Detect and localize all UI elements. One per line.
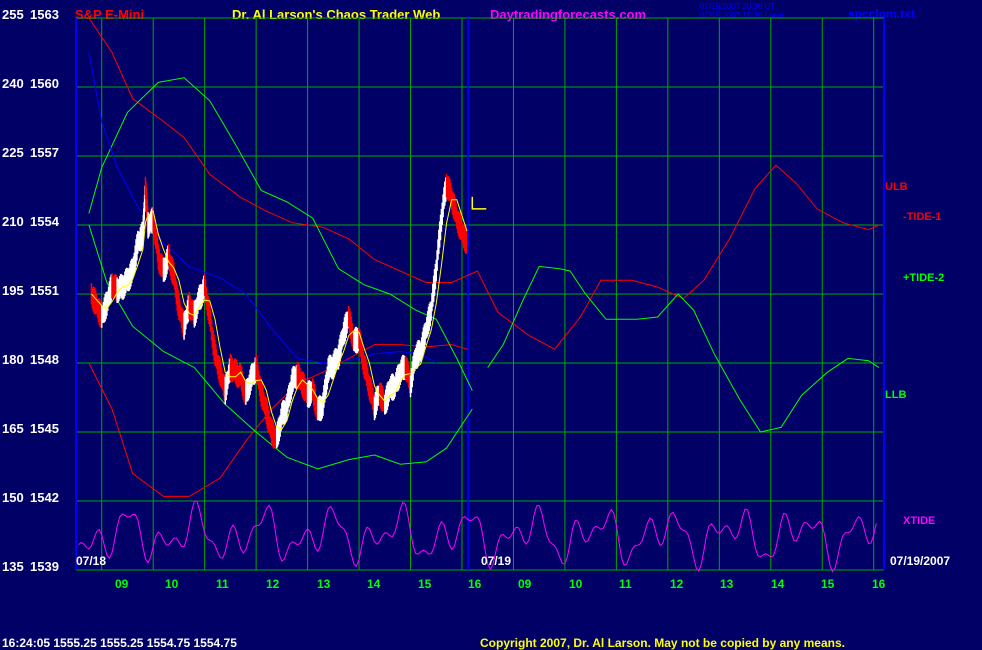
tide1-label: -TIDE-1 (903, 211, 942, 223)
tide2-label: +TIDE-2 (903, 272, 945, 284)
last-price-marker (471, 196, 487, 210)
series-xtide (78, 500, 877, 573)
x-tick-label: 11 (619, 577, 632, 591)
x-tick-label: 10 (569, 577, 583, 591)
x-tick-label: 16 (468, 577, 482, 591)
quote-readout: 16:24:05 1555.25 1555.25 1554.75 1554.75 (2, 636, 237, 650)
annotations (471, 196, 487, 210)
x-tick-label: 15 (821, 577, 835, 591)
series-llb (88, 77, 473, 391)
series-tide2 (487, 265, 880, 433)
x-tick-label: 09 (115, 577, 129, 591)
copyright: Copyright 2007, Dr. Al Larson. May not b… (480, 636, 845, 650)
x-tick-label: 15 (418, 577, 432, 591)
x-tick-label: 11 (216, 577, 229, 591)
x-tick-label: 16 (872, 577, 886, 591)
x-tick-label: 09 (518, 577, 532, 591)
x-tick-label: 12 (266, 577, 280, 591)
price-chart (75, 17, 885, 573)
x-tick-label: 12 (670, 577, 684, 591)
llb-label: LLB (885, 389, 907, 401)
x-tick-label: 14 (771, 577, 785, 591)
x-tick-label: 10 (165, 577, 179, 591)
x-tick-label: 14 (367, 577, 381, 591)
xtide-label: XTIDE (903, 515, 936, 527)
x-tick-label: 13 (720, 577, 734, 591)
date-right: 07/19/2007 (890, 554, 951, 568)
date-mid: 07/19 (481, 554, 512, 568)
ulb-label: ULB (885, 181, 908, 193)
x-tick-label: 13 (317, 577, 331, 591)
date-left: 07/18 (76, 554, 107, 568)
